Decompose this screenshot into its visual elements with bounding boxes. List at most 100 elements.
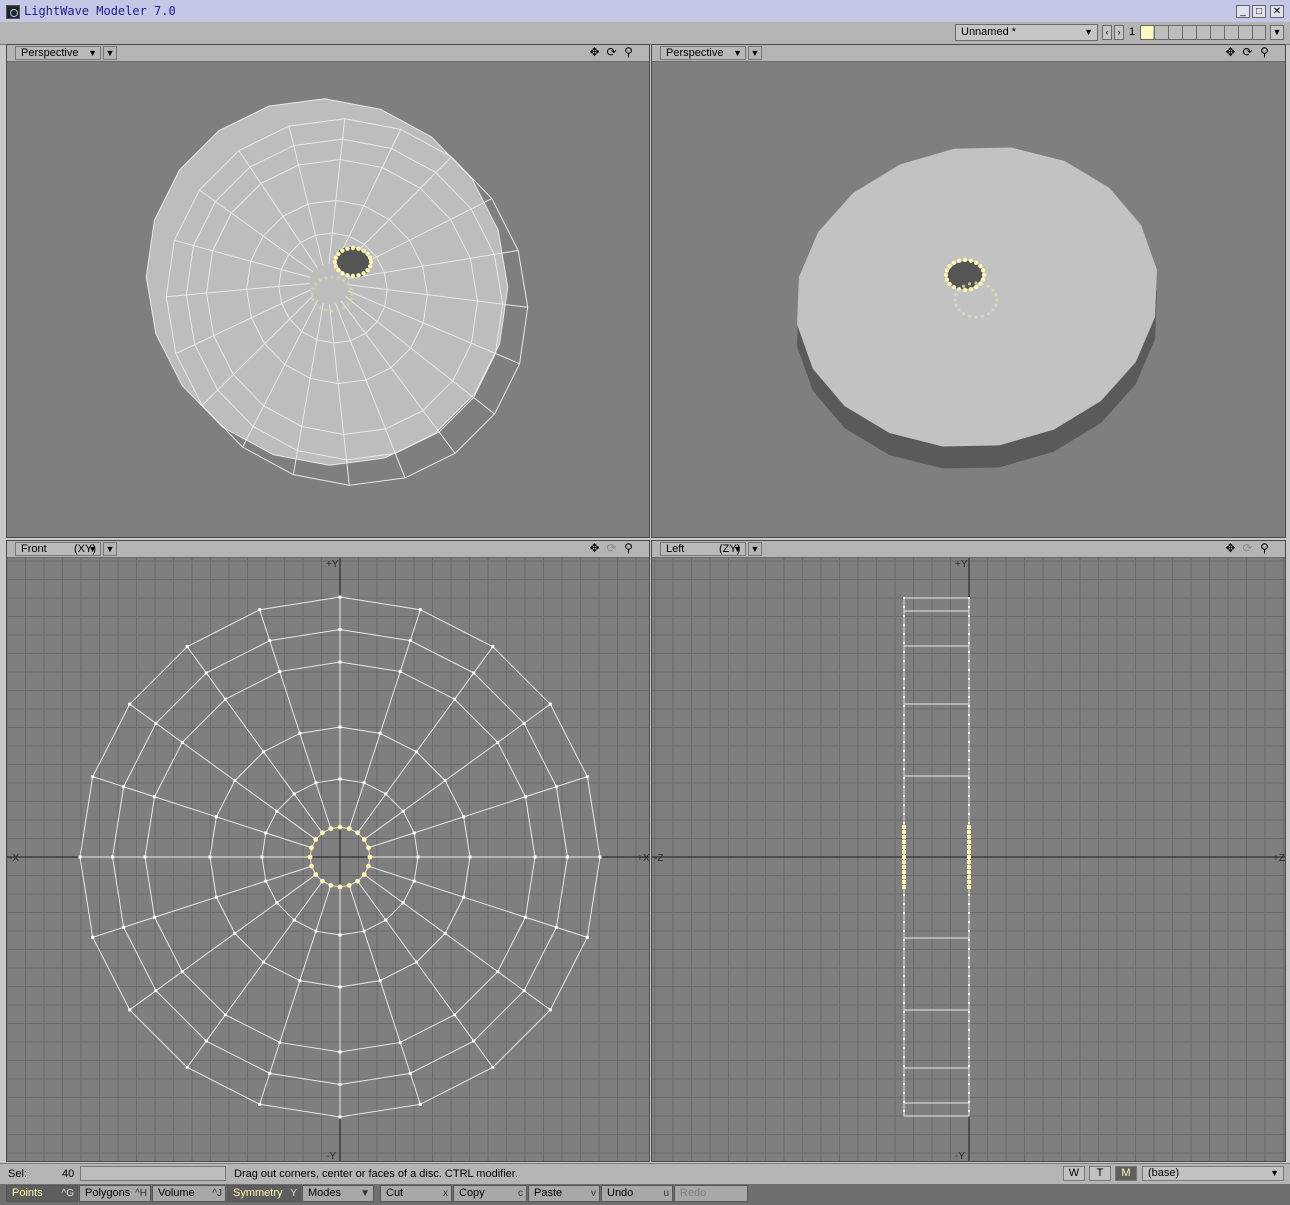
selected-point	[361, 872, 367, 877]
vertex	[903, 768, 905, 770]
rotate-view-icon[interactable]: ⟳	[603, 46, 620, 60]
zoom-view-icon[interactable]: ⚲	[620, 542, 637, 556]
selected-point	[313, 837, 319, 842]
vertex	[554, 785, 558, 789]
selected-point	[902, 825, 906, 829]
vertex	[522, 721, 526, 725]
points-mode-button[interactable]: Points ^G	[6, 1185, 78, 1202]
view-mode-select[interactable]: Front (XY) ▼	[15, 542, 101, 556]
left-view-canvas[interactable]: +Y -Y -Z +Z	[652, 558, 1285, 1161]
view-options-dropdown[interactable]: ▼	[103, 46, 117, 60]
vertex	[548, 1008, 552, 1012]
vertex	[903, 642, 905, 644]
paste-button[interactable]: Paste v	[528, 1185, 600, 1202]
vertex	[968, 723, 970, 725]
modes-dropdown[interactable]: Modes ▼	[302, 1185, 374, 1202]
next-object-button[interactable]: ›	[1114, 25, 1124, 40]
vertex	[292, 918, 296, 922]
vertex	[968, 660, 970, 662]
polygons-mode-button[interactable]: Polygons ^H	[79, 1185, 151, 1202]
copy-button[interactable]: Copy c	[453, 1185, 527, 1202]
minimize-button[interactable]: _	[1236, 5, 1250, 18]
vertex	[903, 1020, 905, 1022]
vertex	[968, 1002, 970, 1004]
vertex	[968, 921, 970, 923]
selected-point	[902, 850, 906, 854]
view-mode-select[interactable]: Perspective ▼	[15, 46, 101, 60]
maximize-button[interactable]: □	[1252, 5, 1266, 18]
vertex	[262, 750, 266, 754]
redo-button[interactable]: Redo	[674, 1185, 748, 1202]
object-selector[interactable]: Unnamed * ▼	[955, 24, 1098, 41]
texture-map-button[interactable]: T	[1089, 1166, 1111, 1181]
vertex	[548, 702, 552, 706]
vertex	[338, 1115, 342, 1119]
rotate-view-icon[interactable]: ⟳	[1239, 542, 1256, 556]
cut-button[interactable]: Cut x	[380, 1185, 452, 1202]
vertex	[968, 948, 970, 950]
undo-button[interactable]: Undo u	[601, 1185, 673, 1202]
selected-point	[350, 273, 356, 279]
vertex	[968, 678, 970, 680]
selected-point	[340, 271, 345, 276]
vertex	[903, 984, 905, 986]
layer-buttons[interactable]	[1140, 25, 1266, 40]
vertex	[968, 1029, 970, 1031]
view-mode-select[interactable]: Perspective ▼	[660, 46, 746, 60]
vertex	[462, 815, 466, 819]
view-options-dropdown[interactable]: ▼	[748, 46, 762, 60]
active-layer[interactable]	[1141, 26, 1153, 39]
layer-menu-button[interactable]: ▼	[1270, 25, 1284, 40]
viewport-perspective-shaded[interactable]: Perspective ▼ ▼ ✥ ⟳ ⚲	[651, 44, 1286, 538]
selected-point	[346, 883, 352, 888]
selected-point	[991, 288, 995, 292]
perspective-shaded-canvas[interactable]	[652, 62, 1285, 537]
viewport-front[interactable]: Front (XY) ▼ ▼ ✥ ⟳ ⚲ +Y -Y -X +X	[6, 540, 650, 1162]
vertex	[968, 615, 970, 617]
zoom-view-icon[interactable]: ⚲	[1256, 46, 1273, 60]
view-options-dropdown[interactable]: ▼	[748, 542, 762, 556]
weight-map-button[interactable]: W	[1063, 1166, 1085, 1181]
morph-map-button[interactable]: M	[1115, 1166, 1137, 1181]
selected-point	[967, 860, 971, 864]
viewport-perspective-wire[interactable]: Perspective ▼ ▼ ✥ ⟳ ⚲	[6, 44, 650, 538]
perspective-wire-canvas[interactable]	[7, 62, 649, 537]
numeric-field[interactable]	[80, 1166, 226, 1181]
axis-label: -Y	[326, 1151, 336, 1161]
zoom-view-icon[interactable]: ⚲	[1256, 542, 1273, 556]
viewport-left[interactable]: Left (ZY) ▼ ▼ ✥ ⟳ ⚲ +Y -Y -Z +Z	[651, 540, 1286, 1162]
vertex	[338, 595, 342, 599]
zoom-view-icon[interactable]: ⚲	[620, 46, 637, 60]
vertex	[292, 792, 296, 796]
selected-point	[967, 282, 972, 286]
vertex	[903, 633, 905, 635]
volume-mode-button[interactable]: Volume ^J	[152, 1185, 226, 1202]
vertex	[903, 966, 905, 968]
view-mode-select[interactable]: Left (ZY) ▼	[660, 542, 746, 556]
front-view-canvas[interactable]: +Y -Y -X +X	[7, 558, 649, 1161]
rotate-view-icon[interactable]: ⟳	[603, 542, 620, 556]
selected-point	[962, 284, 966, 288]
selected-point	[902, 875, 906, 879]
selected-point	[310, 292, 314, 296]
vertex	[314, 929, 318, 933]
move-view-icon[interactable]: ✥	[1222, 46, 1239, 60]
rotate-view-icon[interactable]: ⟳	[1239, 46, 1256, 60]
prev-object-button[interactable]: ‹	[1102, 25, 1112, 40]
close-button[interactable]: ✕	[1270, 5, 1284, 18]
move-view-icon[interactable]: ✥	[586, 542, 603, 556]
symmetry-button[interactable]: Symmetry Y	[227, 1185, 301, 1202]
vertex-map-select[interactable]: (base) ▼	[1142, 1166, 1284, 1181]
move-view-icon[interactable]: ✥	[586, 46, 603, 60]
selected-point	[902, 830, 906, 834]
selected-point	[361, 837, 367, 842]
move-view-icon[interactable]: ✥	[1222, 542, 1239, 556]
selected-point	[953, 298, 957, 302]
selected-point	[974, 315, 978, 319]
vertex	[903, 669, 905, 671]
selected-point	[954, 293, 958, 297]
viewport-header: Front (XY) ▼ ▼ ✥ ⟳ ⚲	[7, 541, 649, 558]
view-options-dropdown[interactable]: ▼	[103, 542, 117, 556]
vertex	[264, 879, 268, 883]
vertex	[398, 1040, 402, 1044]
